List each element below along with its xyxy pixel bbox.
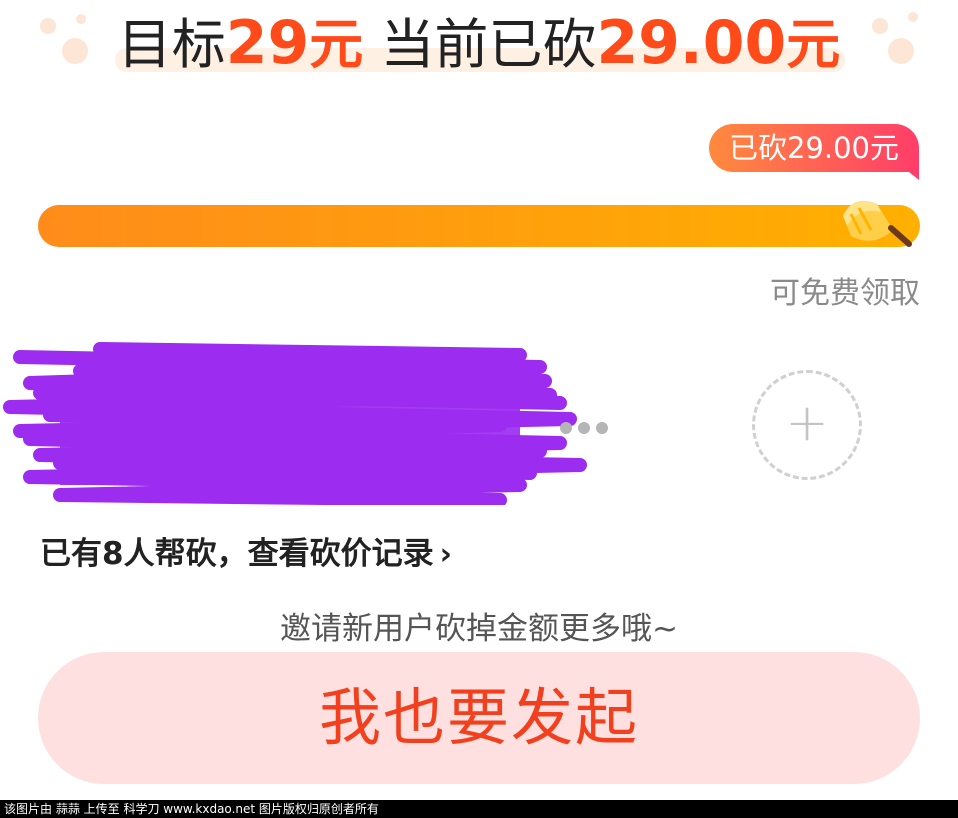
invite-tip: 邀请新用户砍掉金额更多哦~: [280, 611, 678, 647]
current-unit: 元: [786, 13, 841, 76]
cleaver-icon: [843, 200, 912, 247]
chevron-right-icon: ›: [439, 537, 452, 572]
start-bargain-button[interactable]: 我也要发起: [38, 652, 920, 784]
free-claim-status: 可免费领取: [770, 276, 920, 311]
current-amount: 29.00: [596, 8, 787, 78]
progress-fill: [38, 205, 920, 247]
bargain-record-link[interactable]: 已有8人帮砍，查看砍价记录 ›: [40, 528, 452, 573]
current-label: 当前已砍: [380, 13, 597, 76]
progress-bar: [38, 205, 920, 247]
add-helper-button[interactable]: +: [752, 370, 862, 480]
badge-tail: [904, 168, 919, 180]
header-title: 目标29元 当前已砍29.00元: [0, 0, 958, 90]
watermark: 该图片由 蒜蒜 上传至 科学刀 www.kxdao.net 图片版权归原创者所有: [0, 800, 958, 818]
target-unit: 元: [309, 13, 364, 76]
redacted-avatars: [3, 342, 587, 505]
bargained-badge: 已砍29.00元: [709, 124, 919, 172]
target-label: 目标: [117, 13, 226, 76]
helper-avatars: [0, 335, 600, 505]
bargain-record-text: 已有8人帮砍，查看砍价记录: [40, 536, 434, 572]
title-text: 目标29元 当前已砍29.00元: [0, 8, 958, 80]
more-dots-icon: [560, 419, 614, 438]
target-amount: 29: [225, 8, 310, 78]
